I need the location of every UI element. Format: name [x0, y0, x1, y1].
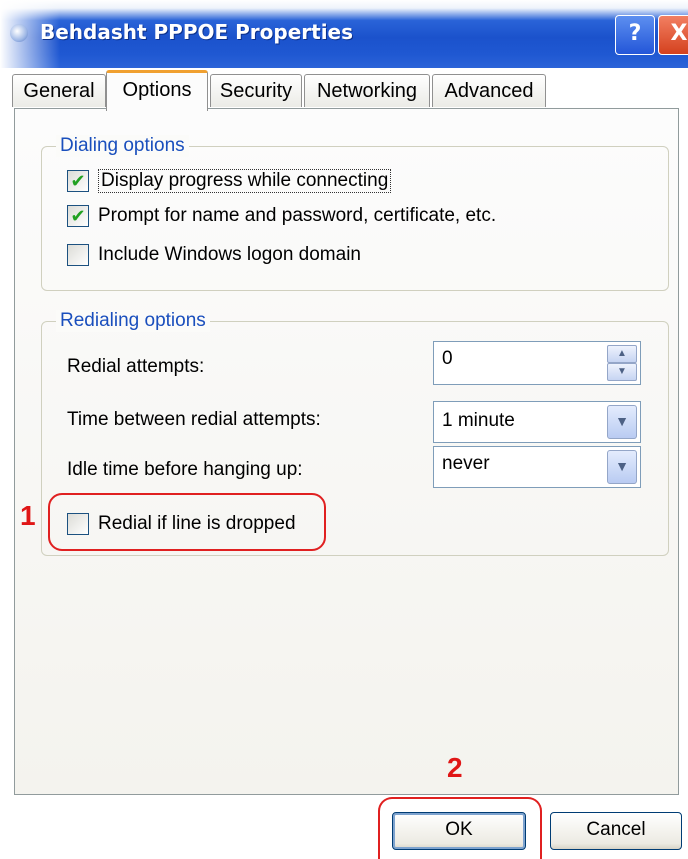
checkbox-label: Display progress while connecting: [98, 169, 392, 193]
idle-time-label: Idle time before hanging up:: [67, 459, 303, 480]
chevron-down-icon[interactable]: ▼: [607, 405, 637, 439]
include-domain-option[interactable]: Include Windows logon domain: [67, 244, 361, 266]
step-2-marker: 2: [447, 752, 463, 783]
ok-button[interactable]: OK: [392, 812, 526, 850]
checkmark-icon: ✔: [70, 171, 86, 191]
tab-general[interactable]: General: [12, 74, 106, 107]
time-between-dropdown[interactable]: 1 minute ▼: [433, 401, 641, 443]
include-domain-checkbox[interactable]: [67, 244, 89, 266]
group-title: Redialing options: [56, 310, 210, 332]
redial-attempts-spinbox[interactable]: 0 ▲ ▼: [433, 341, 641, 385]
prompt-name-option[interactable]: ✔ Prompt for name and password, certific…: [67, 205, 496, 227]
cancel-button[interactable]: Cancel: [550, 812, 682, 850]
step-1-highlight: [48, 493, 326, 551]
spin-up-icon[interactable]: ▲: [607, 345, 637, 363]
tab-networking[interactable]: Networking: [304, 74, 430, 107]
idle-time-dropdown[interactable]: never ▼: [433, 446, 641, 488]
step-1-marker: 1: [20, 500, 36, 531]
time-between-label: Time between redial attempts:: [67, 409, 321, 430]
connection-icon: [10, 24, 28, 42]
checkbox-label: Include Windows logon domain: [98, 244, 361, 265]
tab-options[interactable]: Options: [106, 70, 208, 111]
redial-attempts-label: Redial attempts:: [67, 356, 205, 377]
prompt-name-checkbox[interactable]: ✔: [67, 205, 89, 227]
options-panel: Dialing options ✔ Display progress while…: [14, 108, 679, 795]
title-bar: Behdasht PPPOE Properties ? X: [0, 0, 688, 68]
dropdown-value: never: [442, 453, 490, 474]
close-button[interactable]: X: [658, 15, 688, 55]
tab-advanced[interactable]: Advanced: [432, 74, 546, 107]
window-title: Behdasht PPPOE Properties: [40, 20, 354, 44]
chevron-down-icon[interactable]: ▼: [607, 450, 637, 484]
display-progress-checkbox[interactable]: ✔: [67, 170, 89, 192]
checkmark-icon: ✔: [70, 206, 86, 226]
spin-down-icon[interactable]: ▼: [607, 363, 637, 381]
tab-security[interactable]: Security: [210, 74, 302, 107]
display-progress-option[interactable]: ✔ Display progress while connecting: [67, 169, 392, 193]
spinbox-value: 0: [442, 348, 453, 369]
dropdown-value: 1 minute: [442, 410, 515, 431]
help-button[interactable]: ?: [615, 15, 655, 55]
checkbox-label: Prompt for name and password, certificat…: [98, 205, 497, 226]
group-title: Dialing options: [56, 135, 189, 157]
